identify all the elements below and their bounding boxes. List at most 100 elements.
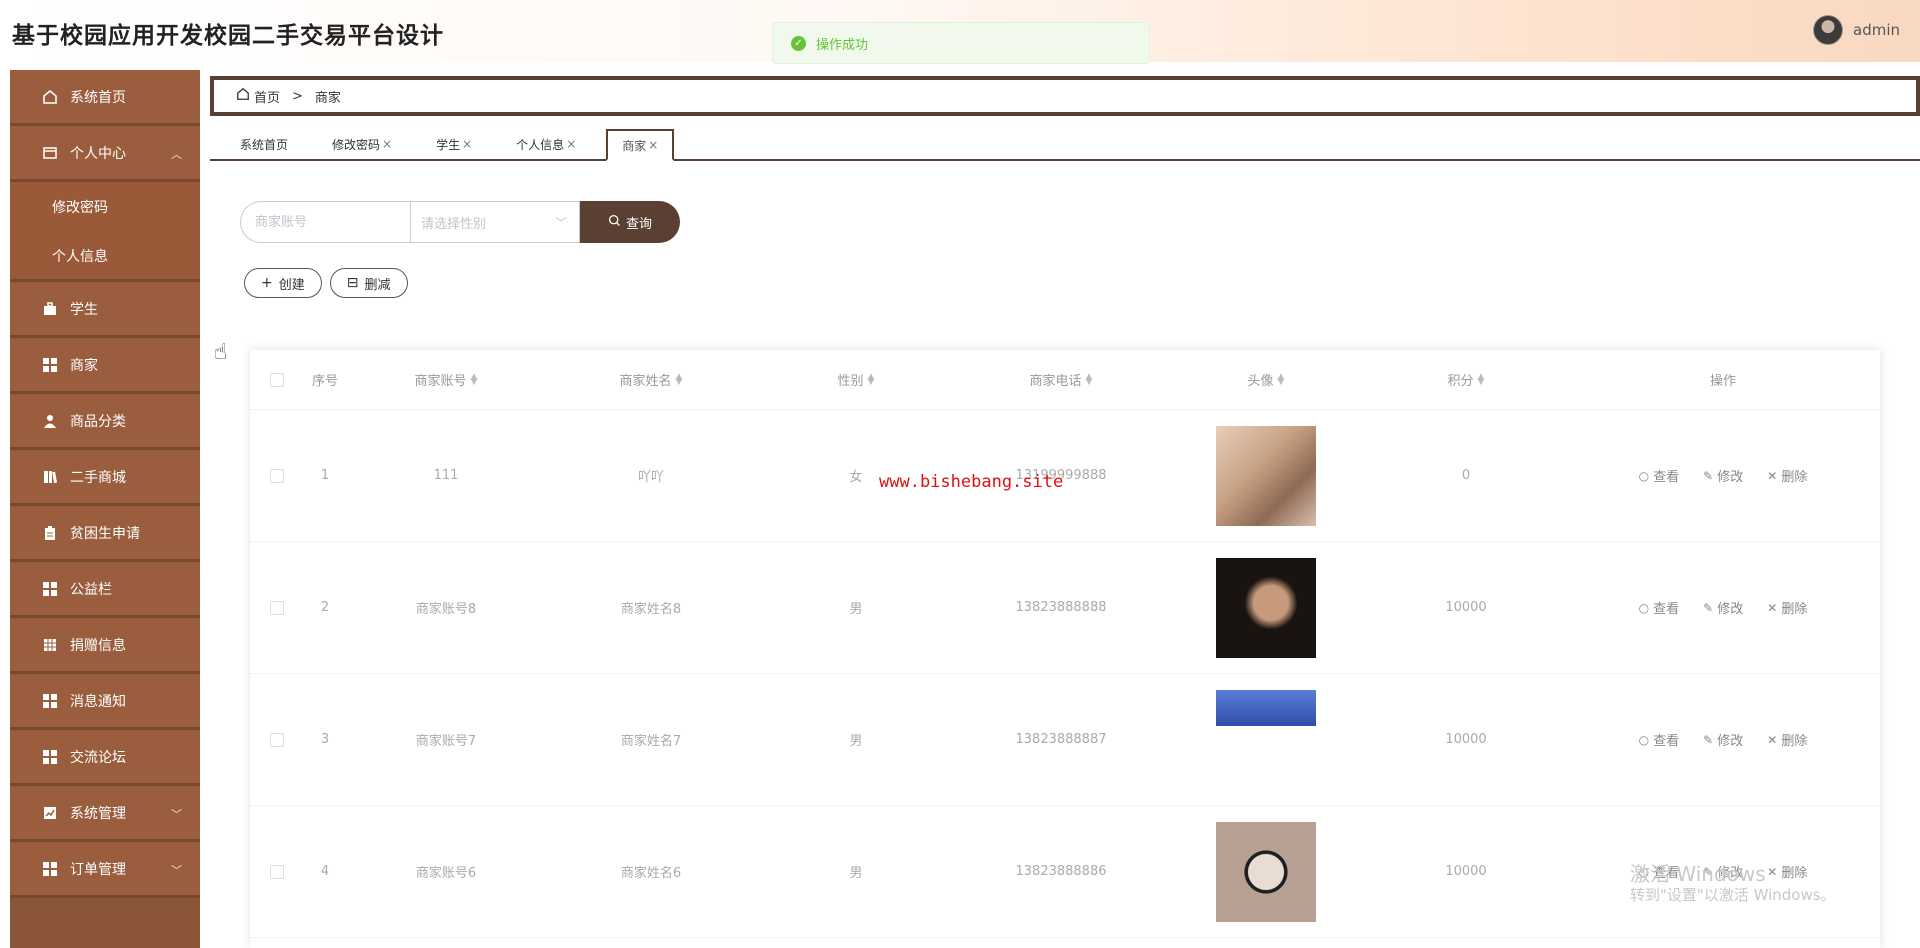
delete-button[interactable]: ✕ 删除: [1767, 730, 1807, 750]
sidebar-subitem-change-password[interactable]: 修改密码: [10, 182, 200, 232]
row-avatar[interactable]: [1166, 806, 1366, 937]
batch-delete-button[interactable]: ⊟ 删减: [329, 268, 408, 298]
tab-home[interactable]: 系统首页: [226, 129, 302, 159]
view-button[interactable]: ○ 查看: [1638, 466, 1680, 486]
close-icon[interactable]: ×: [462, 137, 472, 151]
sidebar-item-aid-application[interactable]: 贫困生申请: [10, 506, 200, 562]
chevron-up-icon: ︿: [171, 148, 182, 161]
breadcrumb-separator: >: [292, 88, 303, 104]
col-gender[interactable]: 性别 ▲ ▼: [756, 350, 956, 409]
search-button[interactable]: 查询: [580, 201, 680, 243]
sidebar-item-students[interactable]: 学生: [10, 282, 200, 338]
col-phone[interactable]: 商家电话 ▲ ▼: [956, 350, 1166, 409]
view-button[interactable]: ○ 查看: [1638, 598, 1680, 618]
sidebar-item-user-center[interactable]: 个人中心 ︿: [10, 126, 200, 182]
sidebar-item-system[interactable]: 系统管理 ﹀: [10, 786, 200, 842]
delete-button[interactable]: ✕ 删除: [1767, 598, 1807, 618]
sidebar-item-merchants[interactable]: 商家: [10, 338, 200, 394]
row-score: 10000: [1445, 864, 1487, 879]
sidebar-item-label: 捐赠信息: [70, 637, 126, 654]
avatar-image: [1216, 557, 1316, 658]
edit-button[interactable]: ✎ 修改: [1703, 730, 1743, 750]
avatar[interactable]: [1813, 15, 1843, 45]
grid-icon: [42, 749, 58, 765]
close-icon[interactable]: ×: [648, 138, 658, 152]
sidebar-item-label: 个人信息: [52, 248, 108, 265]
sidebar-item-notifications[interactable]: 消息通知: [10, 674, 200, 730]
book-icon: [42, 469, 58, 485]
row-checkbox[interactable]: [250, 410, 304, 541]
sidebar-item-forum[interactable]: 交流论坛: [10, 730, 200, 786]
sidebar-item-categories[interactable]: 商品分类: [10, 394, 200, 450]
tab-label: 学生: [436, 137, 461, 152]
col-avatar[interactable]: 头像 ▲ ▼: [1166, 350, 1366, 409]
row-gender: 男: [849, 866, 863, 881]
delete-button[interactable]: ✕ 删除: [1767, 466, 1807, 486]
table-icon: [42, 637, 58, 653]
row-index: 1: [320, 468, 330, 483]
tab-merchants[interactable]: 商家 ×: [606, 129, 675, 161]
search-button-label: 查询: [625, 216, 652, 232]
batch-delete-button-label: 删减: [364, 277, 391, 293]
close-icon: ✕: [1767, 864, 1778, 879]
row-gender: 男: [849, 734, 863, 749]
row-checkbox[interactable]: [250, 542, 304, 673]
table-row: 2 商家账号8 商家姓名8 男 13823888888 10000 ○ 查看 ✎ 修…: [250, 542, 1880, 674]
row-name: 商家姓名7: [620, 734, 682, 749]
row-gender: 男: [849, 602, 863, 617]
grid-icon: [42, 861, 58, 877]
edit-button[interactable]: ✎ 修改: [1703, 466, 1743, 486]
close-icon: ✕: [1767, 600, 1778, 615]
row-avatar[interactable]: [1166, 410, 1366, 541]
user-center-icon: [42, 145, 58, 161]
sidebar-item-label: 贫困生申请: [70, 525, 140, 542]
sidebar-item-charity[interactable]: 公益栏: [10, 562, 200, 618]
windows-activation-subtitle: 转到"设置"以激活 Windows。: [1630, 886, 1836, 904]
close-icon[interactable]: ×: [382, 137, 392, 151]
col-score[interactable]: 积分 ▲ ▼: [1366, 350, 1566, 409]
breadcrumb-home[interactable]: 首页: [254, 87, 280, 106]
tab-change-password[interactable]: 修改密码 ×: [318, 129, 406, 159]
edit-button[interactable]: ✎ 修改: [1703, 598, 1743, 618]
user-menu[interactable]: admin: [1813, 15, 1900, 45]
pencil-icon: ✎: [1703, 732, 1714, 747]
row-avatar[interactable]: [1166, 542, 1366, 673]
hand-cursor-icon: ☝: [214, 340, 228, 365]
col-name[interactable]: 商家姓名 ▲ ▼: [546, 350, 756, 409]
view-button[interactable]: ○ 查看: [1639, 730, 1680, 750]
sidebar-item-donations[interactable]: 捐赠信息: [10, 618, 200, 674]
select-all-checkbox[interactable]: [250, 350, 304, 409]
col-account[interactable]: 商家账号 ▲ ▼: [346, 350, 546, 409]
row-actions: ○ 查看 ✎ 修改 ✕ 删除: [1566, 542, 1880, 673]
row-avatar[interactable]: [1166, 674, 1366, 805]
row-account: 111: [433, 468, 459, 483]
grid-icon: [42, 357, 58, 373]
gender-select[interactable]: 请选择性别 ﹀: [410, 201, 580, 243]
row-index: 4: [320, 864, 330, 879]
tab-students[interactable]: 学生 ×: [422, 129, 486, 159]
delete-button[interactable]: ✕ 删除: [1767, 862, 1807, 882]
sidebar-item-mall[interactable]: 二手商城: [10, 450, 200, 506]
merchant-account-input[interactable]: [240, 201, 410, 243]
sidebar-subitem-profile[interactable]: 个人信息: [10, 232, 200, 282]
chevron-down-icon: ﹀: [171, 808, 182, 821]
search-icon: ○: [1638, 468, 1650, 483]
tab-label: 商家: [622, 138, 647, 153]
sort-icon: ▲ ▼: [1277, 371, 1285, 387]
row-name: 商家姓名8: [620, 602, 682, 617]
tab-profile[interactable]: 个人信息 ×: [502, 129, 590, 159]
row-account: 商家账号8: [415, 602, 477, 617]
site-watermark: www.bishebang.site: [879, 472, 1064, 492]
col-actions: 操作: [1709, 374, 1736, 389]
search-icon: ○: [1638, 600, 1650, 615]
sidebar-item-orders[interactable]: 订单管理 ﹀: [10, 842, 200, 898]
sidebar-item-label: 商家: [70, 357, 98, 374]
table-row: 3 商家账号7 商家姓名7 男 13823888887 10000 ○ 查看 ✎ 修…: [250, 674, 1880, 806]
row-phone: 13823888887: [1015, 732, 1107, 747]
sidebar-item-home[interactable]: 系统首页: [10, 70, 200, 126]
username[interactable]: admin: [1853, 21, 1900, 39]
row-checkbox[interactable]: [250, 674, 304, 805]
create-button[interactable]: + 创建: [244, 268, 322, 298]
row-checkbox[interactable]: [250, 806, 304, 937]
close-icon[interactable]: ×: [566, 137, 576, 151]
